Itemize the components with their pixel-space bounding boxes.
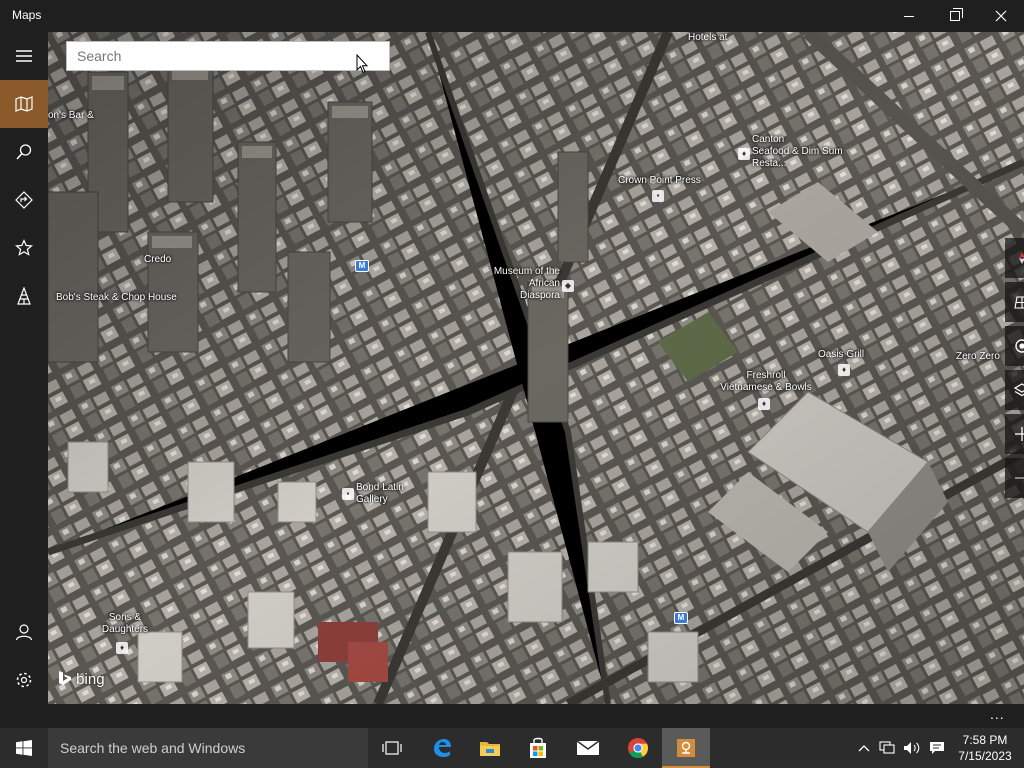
zoom-in-icon xyxy=(1015,427,1024,441)
action-center-button[interactable] xyxy=(926,728,948,768)
gallery-icon[interactable]: ▪ xyxy=(342,488,354,500)
poi-label[interactable]: Crown Point Press xyxy=(618,175,701,187)
mail-icon xyxy=(576,740,600,755)
mail-button[interactable] xyxy=(564,728,612,768)
metro-station-icon[interactable]: M xyxy=(674,612,688,624)
task-view-button[interactable] xyxy=(368,728,416,768)
store-button[interactable] xyxy=(514,728,562,768)
poi-label[interactable]: Hotels at xyxy=(688,32,727,44)
restaurant-icon[interactable]: ♦ xyxy=(758,398,770,410)
restaurant-icon[interactable]: ♦ xyxy=(738,148,750,160)
hamburger-icon xyxy=(16,50,32,62)
chrome-button[interactable] xyxy=(614,728,662,768)
mouse-cursor xyxy=(356,54,368,74)
edge-icon xyxy=(434,739,451,757)
taskbar: Search the web and Windows 7:58 PM 7/15/… xyxy=(0,728,1024,768)
store-icon xyxy=(530,737,546,758)
city-tours-icon xyxy=(17,287,31,305)
chrome-icon xyxy=(628,738,649,759)
aerial-city-view xyxy=(48,32,1024,704)
restaurant-icon[interactable]: ♦ xyxy=(838,364,850,376)
poi-label[interactable]: on's Bar & xyxy=(48,110,94,122)
more-options-button[interactable]: ... xyxy=(990,706,1005,722)
map-layers-button[interactable] xyxy=(1005,370,1024,410)
minimize-button[interactable] xyxy=(886,0,932,32)
maps-app-icon xyxy=(677,739,695,757)
bing-wordmark: bing xyxy=(76,671,105,688)
search-icon xyxy=(16,144,32,160)
settings-icon xyxy=(16,672,32,688)
poi-label[interactable]: Museum of the African Diaspora xyxy=(490,266,560,302)
favorites-icon xyxy=(15,239,33,256)
show-hidden-icons-icon xyxy=(858,745,870,752)
close-icon xyxy=(995,10,1007,22)
poi-label[interactable]: Zero Zero xyxy=(956,351,1000,363)
zoom-out-icon xyxy=(1015,477,1024,479)
poi-label[interactable]: Freshroll Vietnamese & Bowls xyxy=(716,370,816,394)
poi-label[interactable]: Credo xyxy=(144,254,171,266)
maximize-button[interactable] xyxy=(932,0,978,32)
gallery-icon[interactable]: ▪ xyxy=(652,190,664,202)
poi-label[interactable]: Canton Seafood & Dim Sum Resta... xyxy=(752,134,843,170)
compass-icon xyxy=(1019,252,1024,264)
account-icon xyxy=(15,624,33,641)
file-explorer-button[interactable] xyxy=(466,728,514,768)
action-center-icon xyxy=(930,742,944,754)
map-icon xyxy=(15,96,33,112)
network-icon xyxy=(879,741,895,754)
clock-time: 7:58 PM xyxy=(962,733,1008,747)
volume-button[interactable] xyxy=(900,728,924,768)
edge-button[interactable] xyxy=(418,728,466,768)
minimize-icon xyxy=(904,15,914,17)
zoom-out-button[interactable] xyxy=(1005,458,1024,498)
hamburger-button[interactable] xyxy=(0,32,48,80)
directions-icon xyxy=(15,191,33,209)
tilt-3d-icon xyxy=(1014,296,1024,309)
nav-account[interactable] xyxy=(0,608,48,656)
nav-city-tours[interactable] xyxy=(0,272,48,320)
task-view-icon xyxy=(382,741,402,755)
restaurant-icon[interactable]: ♦ xyxy=(116,642,128,654)
bing-icon xyxy=(59,671,71,685)
nav-favorites[interactable] xyxy=(0,224,48,272)
nav-rail xyxy=(0,32,48,704)
nav-settings[interactable] xyxy=(0,656,48,704)
nav-directions[interactable] xyxy=(0,176,48,224)
file-explorer-icon xyxy=(480,742,500,756)
network-button[interactable] xyxy=(876,728,898,768)
search-input[interactable] xyxy=(67,42,389,70)
show-hidden-icons-button[interactable] xyxy=(854,728,874,768)
search-field[interactable] xyxy=(66,41,390,71)
nav-map[interactable] xyxy=(0,80,48,128)
taskbar-search[interactable]: Search the web and Windows xyxy=(48,728,368,768)
app-title: Maps xyxy=(12,8,42,22)
poi-label[interactable]: Oasis Grill xyxy=(818,349,864,361)
poi-label[interactable]: Sons & Daughters xyxy=(100,612,150,636)
poi-label[interactable]: Bond Latin Gallery xyxy=(356,482,404,506)
locate-me-icon xyxy=(1015,339,1024,353)
tilt-3d-button[interactable] xyxy=(1005,282,1024,322)
command-bar: ... xyxy=(0,704,1024,728)
nav-search[interactable] xyxy=(0,128,48,176)
metro-station-icon[interactable]: M xyxy=(355,260,369,272)
start-button[interactable] xyxy=(0,728,48,768)
map-layers-icon xyxy=(1014,383,1024,397)
locate-me-button[interactable] xyxy=(1005,326,1024,366)
maximize-icon xyxy=(950,8,963,21)
zoom-in-button[interactable] xyxy=(1005,414,1024,454)
maps-app-button[interactable] xyxy=(662,728,710,768)
windows-logo-icon xyxy=(16,740,32,756)
close-button[interactable] xyxy=(978,0,1024,32)
map-canvas[interactable]: on's Bar & Credo Bob's Steak & Chop Hous… xyxy=(48,32,1024,704)
compass-button[interactable] xyxy=(1005,238,1024,278)
bing-logo: bing xyxy=(58,670,105,688)
volume-icon xyxy=(904,742,920,754)
clock-date: 7/15/2023 xyxy=(958,749,1012,763)
museum-icon[interactable]: ◆ xyxy=(562,280,574,292)
title-bar: Maps xyxy=(0,0,1024,32)
system-clock[interactable]: 7:58 PM 7/15/2023 xyxy=(952,732,1018,764)
poi-label[interactable]: Bob's Steak & Chop House xyxy=(56,292,177,304)
